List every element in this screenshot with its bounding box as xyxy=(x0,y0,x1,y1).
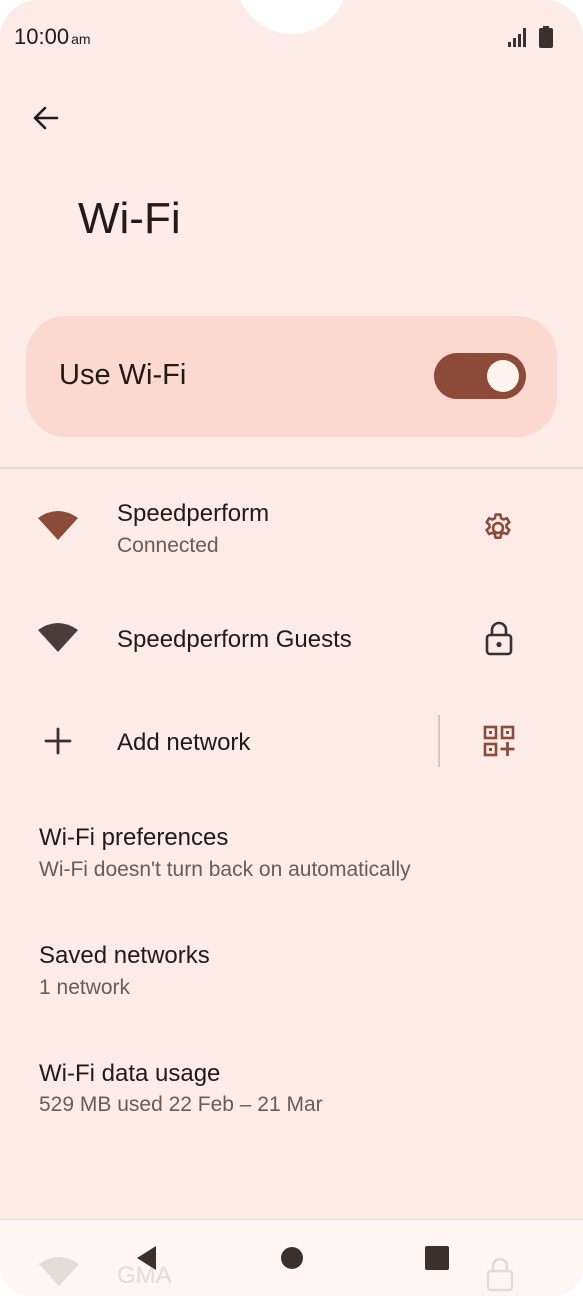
recents-square-icon xyxy=(425,1246,449,1270)
status-time: 10:00 am xyxy=(14,24,91,50)
back-button[interactable] xyxy=(24,96,68,140)
network-settings-button[interactable] xyxy=(478,508,518,548)
nav-recents-button[interactable] xyxy=(417,1238,457,1278)
pref-title: Saved networks xyxy=(39,942,210,969)
qr-code-scan-icon xyxy=(483,725,515,757)
page-title: Wi-Fi xyxy=(78,194,181,243)
pref-summary: 1 network xyxy=(39,976,131,999)
wifi-icon xyxy=(36,618,80,658)
network-name: Speedperform xyxy=(117,500,270,527)
clock-time: 10:00 xyxy=(14,24,70,49)
clock-ampm: am xyxy=(71,31,91,47)
add-network-divider xyxy=(438,715,440,767)
battery-icon xyxy=(539,26,553,48)
add-network-label: Add network xyxy=(117,729,251,756)
wifi-settings-screen: 10:00 am Wi-Fi Use Wi-Fi Speedperform Co… xyxy=(0,0,583,1296)
network-status: Connected xyxy=(117,534,219,557)
lock-icon xyxy=(485,1256,515,1296)
signal-icon xyxy=(508,28,526,47)
pref-summary: 529 MB used 22 Feb – 21 Mar xyxy=(39,1093,323,1116)
status-icons xyxy=(507,26,553,48)
plus-icon xyxy=(40,722,76,760)
lock-icon xyxy=(485,621,513,656)
section-divider xyxy=(0,467,583,469)
wifi-icon xyxy=(36,506,80,546)
use-wifi-switch[interactable] xyxy=(434,353,526,399)
home-circle-icon xyxy=(281,1247,303,1269)
nav-back-button[interactable] xyxy=(126,1238,166,1278)
network-name: Speedperform Guests xyxy=(117,626,352,653)
wifi-icon xyxy=(38,1256,80,1293)
use-wifi-label: Use Wi-Fi xyxy=(59,359,187,391)
pref-summary: Wi-Fi doesn't turn back on automatically xyxy=(39,858,411,881)
nav-home-button[interactable] xyxy=(272,1238,312,1278)
network-lock xyxy=(480,618,518,658)
switch-thumb xyxy=(487,360,519,392)
back-triangle-icon xyxy=(137,1246,156,1270)
navigation-bar: GMA xyxy=(0,1219,583,1296)
pref-title: Wi-Fi data usage xyxy=(39,1060,221,1087)
arrow-back-icon xyxy=(33,106,59,130)
camera-notch xyxy=(236,0,348,34)
use-wifi-toggle-row[interactable]: Use Wi-Fi xyxy=(26,316,557,437)
scan-qr-button[interactable] xyxy=(480,722,518,760)
pref-title: Wi-Fi preferences xyxy=(39,824,229,851)
gear-icon xyxy=(485,513,511,540)
